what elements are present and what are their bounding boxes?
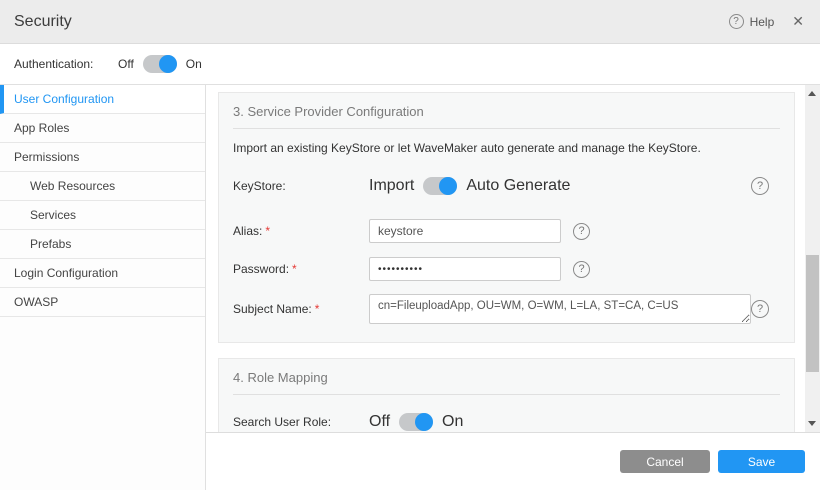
sidebar-item-label: Prefabs — [30, 237, 71, 251]
sidebar-item-login-configuration[interactable]: Login Configuration — [0, 259, 205, 288]
sidebar-item-label: App Roles — [14, 121, 69, 135]
sidebar-item-label: Login Configuration — [14, 266, 118, 280]
content-column: 3. Service Provider Configuration Import… — [206, 85, 820, 490]
keystore-row: KeyStore: Import Auto Generate ? — [233, 177, 780, 195]
subject-name-textarea[interactable]: cn=FileuploadApp, OU=WM, O=WM, L=LA, ST=… — [369, 294, 751, 324]
sidebar-item-label: Services — [30, 208, 76, 222]
password-label: Password:* — [233, 262, 369, 276]
scroll-down-arrow-icon[interactable] — [808, 421, 816, 426]
keystore-help-icon[interactable]: ? — [751, 177, 769, 195]
save-button[interactable]: Save — [718, 450, 805, 473]
vertical-scrollbar[interactable] — [805, 85, 820, 432]
keystore-autogenerate-label: Auto Generate — [466, 177, 570, 195]
role-mapping-section: 4. Role Mapping Search User Role: Off On — [218, 358, 795, 432]
subject-name-label-text: Subject Name: — [233, 302, 312, 316]
help-label: Help — [750, 15, 775, 29]
keystore-label: KeyStore: — [233, 179, 369, 193]
sidebar-item-web-resources[interactable]: Web Resources — [0, 172, 205, 201]
search-user-role-off-label: Off — [369, 413, 390, 431]
search-user-role-on-label: On — [442, 413, 463, 431]
security-dialog: Security ? Help ✕ Authentication: Off On… — [0, 0, 820, 490]
subject-name-label: Subject Name:* — [233, 302, 369, 316]
alias-label: Alias:* — [233, 224, 369, 238]
sidebar-item-label: Web Resources — [30, 179, 115, 193]
authentication-off-label: Off — [118, 57, 134, 71]
divider — [233, 394, 780, 395]
password-label-text: Password: — [233, 262, 289, 276]
keystore-import-label: Import — [369, 177, 414, 195]
search-user-role-toggle[interactable] — [399, 413, 433, 431]
sidebar-item-owasp[interactable]: OWASP — [0, 288, 205, 317]
scroll-area: 3. Service Provider Configuration Import… — [206, 85, 820, 432]
alias-label-text: Alias: — [233, 224, 262, 238]
sidebar-item-app-roles[interactable]: App Roles — [0, 114, 205, 143]
titlebar-actions: ? Help ✕ — [729, 13, 804, 30]
password-help-icon[interactable]: ? — [573, 261, 590, 278]
authentication-row: Authentication: Off On — [0, 44, 820, 85]
authentication-on-label: On — [186, 57, 202, 71]
search-user-role-row: Search User Role: Off On — [233, 413, 780, 431]
scrollbar-thumb[interactable] — [806, 255, 819, 372]
help-icon: ? — [729, 14, 744, 29]
required-asterisk: * — [315, 302, 320, 316]
page-title: Security — [14, 13, 72, 31]
toggle-knob — [439, 177, 457, 195]
search-user-role-label: Search User Role: — [233, 415, 369, 429]
required-asterisk: * — [265, 224, 270, 238]
main-area: User Configuration App Roles Permissions… — [0, 85, 820, 490]
required-asterisk: * — [292, 262, 297, 276]
help-button[interactable]: ? Help — [729, 14, 775, 29]
section-title: 4. Role Mapping — [233, 359, 780, 385]
sidebar-item-permissions[interactable]: Permissions — [0, 143, 205, 172]
sidebar-item-label: User Configuration — [14, 92, 114, 106]
subject-name-help-icon[interactable]: ? — [751, 300, 769, 318]
keystore-toggle[interactable] — [423, 177, 457, 195]
service-provider-configuration-section: 3. Service Provider Configuration Import… — [218, 92, 795, 343]
divider — [233, 128, 780, 129]
sidebar-item-label: OWASP — [14, 295, 58, 309]
sidebar-item-services[interactable]: Services — [0, 201, 205, 230]
sidebar: User Configuration App Roles Permissions… — [0, 85, 206, 490]
footer: Cancel Save — [206, 432, 820, 490]
alias-help-icon[interactable]: ? — [573, 223, 590, 240]
sidebar-item-prefabs[interactable]: Prefabs — [0, 230, 205, 259]
toggle-knob — [415, 413, 433, 431]
password-row: Password:* ? — [233, 257, 780, 281]
authentication-label: Authentication: — [14, 57, 118, 71]
sidebar-item-label: Permissions — [14, 150, 79, 164]
alias-input[interactable] — [369, 219, 561, 243]
scroll-up-arrow-icon[interactable] — [808, 91, 816, 96]
keystore-description: Import an existing KeyStore or let WaveM… — [233, 141, 780, 155]
cancel-button[interactable]: Cancel — [620, 450, 710, 473]
titlebar: Security ? Help ✕ — [0, 0, 820, 44]
authentication-toggle[interactable] — [143, 55, 177, 73]
close-icon[interactable]: ✕ — [792, 13, 804, 30]
alias-row: Alias:* ? — [233, 219, 780, 243]
subject-name-row: Subject Name:* cn=FileuploadApp, OU=WM, … — [233, 294, 780, 324]
password-input[interactable] — [369, 257, 561, 281]
toggle-knob — [159, 55, 177, 73]
sidebar-item-user-configuration[interactable]: User Configuration — [0, 85, 205, 114]
section-title: 3. Service Provider Configuration — [233, 93, 780, 119]
